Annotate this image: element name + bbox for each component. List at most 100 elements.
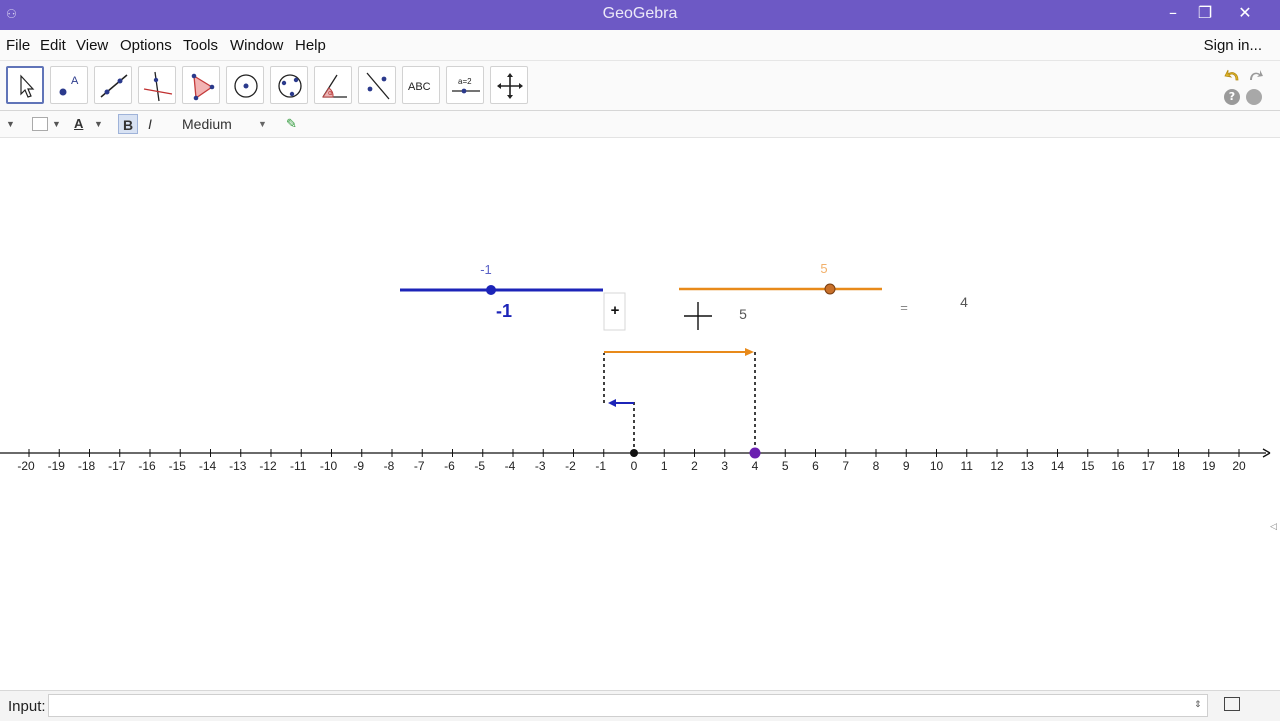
slider-b-knob[interactable] <box>824 283 836 295</box>
menu-options[interactable]: Options <box>120 37 172 54</box>
ellipse-tool-button[interactable] <box>270 66 308 104</box>
tick-label: 10 <box>930 459 944 473</box>
tick-label: -12 <box>259 459 277 473</box>
sign-in-link[interactable]: Sign in... <box>1204 37 1262 54</box>
tick-label: -16 <box>138 459 156 473</box>
reflect-tool-button[interactable] <box>358 66 396 104</box>
orange-vector-arrowhead <box>745 348 754 356</box>
menu-file[interactable]: File <box>6 37 30 54</box>
menu-help[interactable]: Help <box>295 37 326 54</box>
text-color-dropdown-icon[interactable]: ▼ <box>94 114 103 134</box>
point-tool-icon: A <box>59 75 79 96</box>
tick-label: 4 <box>752 459 759 473</box>
window-title: GeoGebra <box>602 5 678 22</box>
tick-label: 18 <box>1172 459 1186 473</box>
tick-label: -5 <box>474 459 485 473</box>
tick-label: -7 <box>414 459 425 473</box>
tick-label: 0 <box>631 459 638 473</box>
graphics-canvas[interactable]: -1 -1 + 5 5 = 4 -20 -19 -18 -17 -16 -15 -14 -13… <box>0 138 1280 688</box>
move-tool-icon <box>20 74 35 98</box>
text-size-select[interactable]: Medium <box>182 114 232 134</box>
sum-point[interactable] <box>749 447 761 459</box>
close-button[interactable]: ✕ <box>1228 0 1262 28</box>
svg-text:A: A <box>71 75 79 87</box>
plus-sign: + <box>611 302 620 319</box>
undo-icon[interactable] <box>1224 66 1242 84</box>
bold-button[interactable]: B <box>118 114 138 134</box>
equals-sign: = <box>900 300 908 315</box>
text-tool-button[interactable]: ABC <box>402 66 440 104</box>
collapse-panel-icon[interactable]: ◁ <box>1270 522 1277 532</box>
move-graphics-view-tool-icon <box>497 73 523 99</box>
slider-a-value: -1 <box>496 301 512 321</box>
tick-label: -20 <box>17 459 35 473</box>
reflect-tool-icon <box>366 72 390 100</box>
input-history-icon[interactable]: ⇕ <box>1194 700 1202 710</box>
menu-tools[interactable]: Tools <box>183 37 218 54</box>
minimize-button[interactable]: – <box>1156 0 1190 28</box>
tick-label: -13 <box>229 459 247 473</box>
svg-text:ABC: ABC <box>408 81 431 93</box>
blue-vector-arrowhead <box>608 399 616 407</box>
ellipse-tool-icon <box>278 74 302 98</box>
menu-window[interactable]: Window <box>230 37 283 54</box>
result-value: 4 <box>960 294 968 310</box>
tick-label: 20 <box>1232 459 1246 473</box>
slider-tool-icon: a=2 <box>452 77 480 94</box>
italic-button[interactable]: I <box>148 114 162 134</box>
point-tool-button[interactable]: A <box>50 66 88 104</box>
svg-text:a=2: a=2 <box>458 77 472 86</box>
settings-gear-icon[interactable] <box>1246 89 1262 105</box>
angle-tool-button[interactable]: α <box>314 66 352 104</box>
slider-a-label: -1 <box>480 262 492 277</box>
circle-tool-button[interactable] <box>226 66 264 104</box>
menu-view[interactable]: View <box>76 37 108 54</box>
slider-tool-button[interactable]: a=2 <box>446 66 484 104</box>
tick-label: 11 <box>961 459 974 473</box>
input-label: Input: <box>8 698 46 715</box>
stylebar-toggle-icon[interactable]: ▼ <box>6 114 15 134</box>
input-field[interactable] <box>48 694 1208 717</box>
text-color-icon[interactable]: A <box>74 114 83 134</box>
tick-label: -14 <box>199 459 217 473</box>
perpendicular-tool-button[interactable] <box>138 66 176 104</box>
tick-label: 16 <box>1111 459 1125 473</box>
text-tool-icon: ABC <box>408 81 431 93</box>
tick-label: 2 <box>691 459 698 473</box>
tick-label: -18 <box>78 459 96 473</box>
tick-label: -17 <box>108 459 126 473</box>
slider-b-label: 5 <box>820 261 827 276</box>
text-size-dropdown-icon[interactable]: ▼ <box>258 114 267 134</box>
tick-label: -19 <box>48 459 66 473</box>
tick-label: 9 <box>903 459 910 473</box>
perpendicular-line-tool-icon <box>143 71 173 102</box>
svg-text:α: α <box>328 89 333 97</box>
polygon-tool-button[interactable] <box>182 66 220 104</box>
tick-label: 17 <box>1142 459 1156 473</box>
circle-tool-icon <box>234 74 258 98</box>
pin-icon[interactable]: ✎ <box>286 114 297 134</box>
help-icon[interactable]: ? <box>1224 89 1240 105</box>
line-tool-button[interactable] <box>94 66 132 104</box>
tick-label: -10 <box>320 459 338 473</box>
line-tool-icon <box>100 74 128 98</box>
tick-label: 15 <box>1081 459 1095 473</box>
graphics-view[interactable]: -1 -1 + 5 5 = 4 -20 -19 -18 -17 -16 -15 -14 -13… <box>0 138 1280 688</box>
tick-label: -9 <box>353 459 364 473</box>
background-dropdown-icon[interactable]: ▼ <box>52 114 61 134</box>
move-graphics-view-tool-button[interactable] <box>490 66 528 104</box>
redo-icon[interactable] <box>1246 66 1264 84</box>
menu-edit[interactable]: Edit <box>40 37 66 54</box>
tick-label: 6 <box>812 459 819 473</box>
background-color-icon[interactable] <box>32 117 48 131</box>
tick-label: 7 <box>842 459 849 473</box>
keyboard-icon[interactable] <box>1224 697 1240 711</box>
slider-a-knob[interactable] <box>486 285 496 295</box>
tick-label: -3 <box>535 459 546 473</box>
tick-label: -15 <box>169 459 187 473</box>
tick-label: 13 <box>1021 459 1035 473</box>
move-tool-button[interactable] <box>6 66 44 104</box>
origin-point[interactable] <box>630 449 638 457</box>
tick-label: -8 <box>384 459 395 473</box>
maximize-button[interactable]: ❐ <box>1188 0 1222 28</box>
